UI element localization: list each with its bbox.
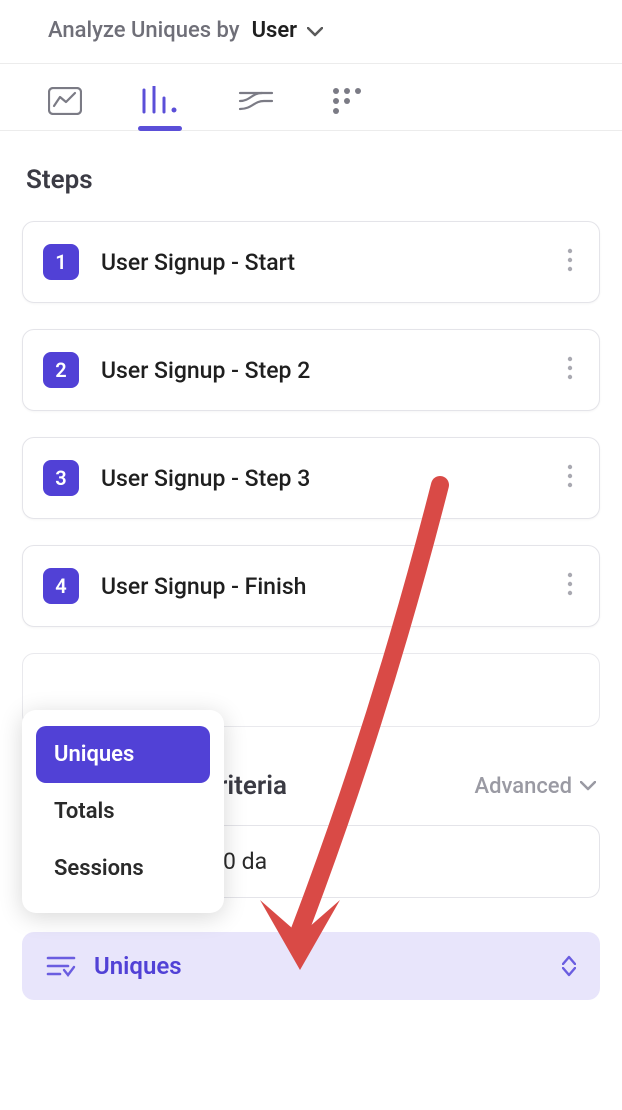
step-card-3[interactable]: 3 User Signup - Step 3 xyxy=(22,437,600,519)
more-icon[interactable] xyxy=(561,572,579,600)
filter-icon xyxy=(46,954,76,978)
steps-title: Steps xyxy=(22,165,600,195)
tab-grid[interactable] xyxy=(332,87,362,115)
step-label: User Signup - Start xyxy=(101,249,561,276)
more-icon[interactable] xyxy=(561,356,579,384)
advanced-toggle[interactable]: Advanced xyxy=(474,774,596,799)
more-icon[interactable] xyxy=(561,248,579,276)
step-card-1[interactable]: 1 User Signup - Start xyxy=(22,221,600,303)
metric-option-uniques[interactable]: Uniques xyxy=(36,726,210,783)
metric-selected-label: Uniques xyxy=(94,952,562,980)
analyze-header: Analyze Uniques by User xyxy=(0,0,622,63)
criteria-title-partial: riteria xyxy=(218,771,287,801)
metric-selector[interactable]: Uniques xyxy=(22,932,600,1000)
criteria-text-partial: 0 da xyxy=(223,848,267,875)
metric-popup: Uniques Totals Sessions xyxy=(22,710,224,913)
metric-option-totals[interactable]: Totals xyxy=(36,783,210,840)
advanced-label: Advanced xyxy=(474,774,572,799)
chevron-down-icon xyxy=(580,781,596,791)
step-badge: 3 xyxy=(43,460,79,496)
metric-option-sessions[interactable]: Sessions xyxy=(36,840,210,897)
step-label: User Signup - Step 2 xyxy=(101,357,561,384)
chevron-down-icon xyxy=(307,18,323,43)
step-card-2[interactable]: 2 User Signup - Step 2 xyxy=(22,329,600,411)
step-label: User Signup - Step 3 xyxy=(101,465,561,492)
analyze-dropdown[interactable]: User xyxy=(252,18,324,43)
analyze-label: Analyze Uniques by xyxy=(48,18,240,43)
step-badge: 2 xyxy=(43,352,79,388)
tab-line-chart[interactable] xyxy=(48,87,82,115)
tab-bar-chart[interactable] xyxy=(140,86,180,116)
step-card-4[interactable]: 4 User Signup - Finish xyxy=(22,545,600,627)
tab-flow[interactable] xyxy=(238,87,274,115)
step-badge: 4 xyxy=(43,568,79,604)
step-badge: 1 xyxy=(43,244,79,280)
more-icon[interactable] xyxy=(561,464,579,492)
analyze-value: User xyxy=(252,18,298,43)
view-tabs xyxy=(0,63,622,131)
step-label: User Signup - Finish xyxy=(101,573,561,600)
sort-icon xyxy=(562,955,576,977)
